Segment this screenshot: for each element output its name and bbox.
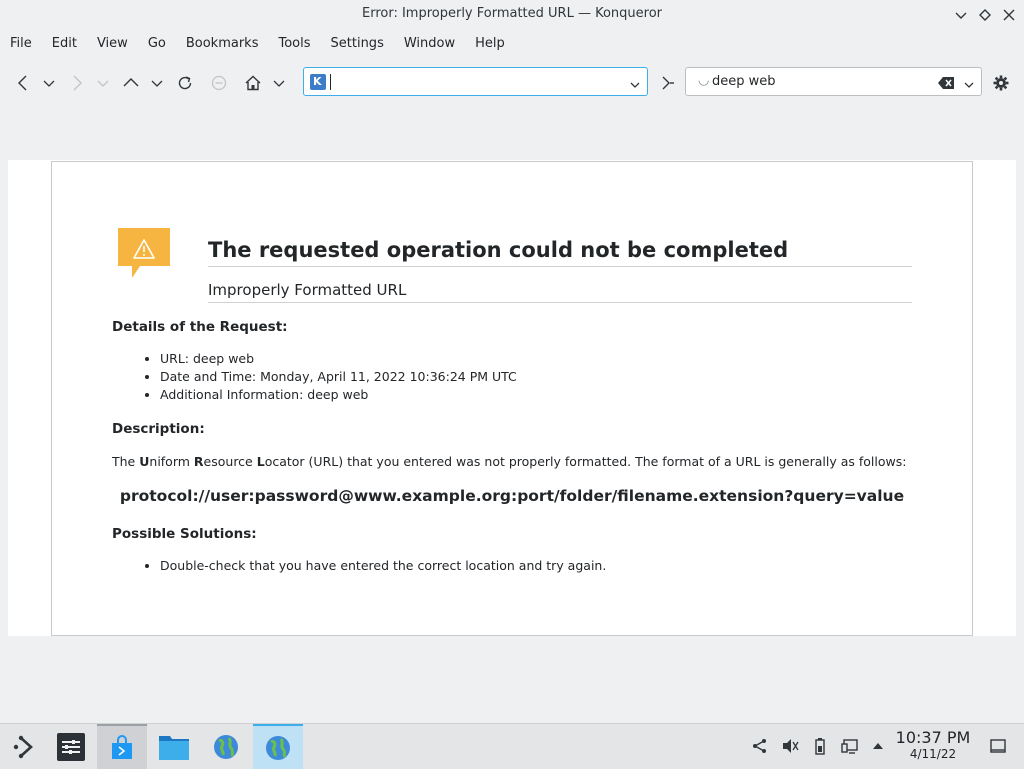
menu-window[interactable]: Window	[394, 32, 465, 56]
home-icon[interactable]	[242, 72, 264, 94]
description-title: Description:	[112, 421, 205, 437]
web-search-bar[interactable]: ◡ deep web	[685, 67, 982, 96]
details-additional-info: Additional Information: deep web	[160, 386, 517, 404]
konqueror-task-icon[interactable]	[253, 724, 303, 769]
description-text: The Uniform Resource Locator (URL) that …	[112, 454, 906, 469]
solution-item: Double-check that you have entered the c…	[160, 557, 606, 575]
menu-help[interactable]: Help	[465, 32, 515, 56]
web-browser-icon[interactable]	[201, 724, 251, 769]
error-heading: The requested operation could not be com…	[208, 238, 912, 267]
details-datetime: Date and Time: Monday, April 11, 2022 10…	[160, 368, 517, 386]
menu-edit[interactable]: Edit	[42, 32, 87, 56]
error-subheading: Improperly Formatted URL	[208, 281, 912, 303]
window-title: Error: Improperly Formatted URL — Konque…	[361, 6, 663, 21]
clock-date: 4/11/22	[909, 747, 957, 761]
description-emphasis: R	[193, 454, 204, 469]
home-chevron-icon[interactable]	[270, 72, 288, 94]
details-url: URL: deep web	[160, 350, 517, 368]
back-history-chevron-icon[interactable]	[40, 72, 58, 94]
back-icon[interactable]	[12, 72, 34, 94]
stop-icon[interactable]	[208, 72, 230, 94]
details-list: URL: deep web Date and Time: Monday, Apr…	[142, 350, 517, 404]
description-emphasis: U	[139, 454, 150, 469]
description-part: ocator (URL) that you entered was not pr…	[264, 454, 907, 469]
gear-icon[interactable]	[990, 72, 1012, 94]
description-part: niform	[149, 454, 194, 469]
menu-go[interactable]: Go	[138, 32, 176, 56]
menu-file[interactable]: File	[0, 32, 42, 56]
clear-text-icon[interactable]	[937, 75, 955, 94]
solutions-title: Possible Solutions:	[112, 526, 257, 542]
forward-history-chevron-icon[interactable]	[94, 72, 112, 94]
battery-icon[interactable]	[810, 736, 830, 756]
minimize-icon[interactable]	[952, 6, 970, 24]
title-bar: Error: Improperly Formatted URL — Konque…	[0, 0, 1024, 30]
description-emphasis: L	[256, 454, 265, 469]
solutions-list: Double-check that you have entered the c…	[142, 557, 606, 575]
reload-icon[interactable]	[174, 72, 196, 94]
clock-time: 10:37 PM	[895, 728, 971, 747]
up-icon[interactable]	[120, 72, 142, 94]
warning-icon	[118, 228, 170, 280]
description-part: esource	[203, 454, 257, 469]
taskbar: 10:37 PM 4/11/22	[0, 723, 1024, 769]
menu-settings[interactable]: Settings	[321, 32, 394, 56]
application-launcher-icon[interactable]	[0, 724, 50, 769]
location-dropdown-icon[interactable]	[629, 76, 641, 95]
menu-bookmarks[interactable]: Bookmarks	[176, 32, 269, 56]
discover-store-icon[interactable]	[97, 724, 147, 769]
description-part: The	[112, 454, 140, 469]
display-tray-icon[interactable]	[840, 736, 860, 756]
go-icon[interactable]	[656, 72, 678, 94]
url-format-example: protocol://user:password@www.example.org…	[119, 487, 905, 505]
close-icon[interactable]	[1000, 6, 1018, 24]
menu-view[interactable]: View	[87, 32, 138, 56]
text-cursor	[330, 74, 331, 90]
search-dropdown-icon[interactable]	[963, 76, 975, 95]
maximize-icon[interactable]	[976, 6, 994, 24]
up-chevron-icon[interactable]	[148, 72, 166, 94]
error-page: The requested operation could not be com…	[51, 161, 973, 636]
menu-bar: File Edit View Go Bookmarks Tools Settin…	[0, 32, 515, 56]
menu-tools[interactable]: Tools	[268, 32, 320, 56]
show-desktop-icon[interactable]	[988, 736, 1008, 756]
show-hidden-icons-arrow[interactable]	[868, 736, 888, 756]
file-manager-icon[interactable]	[149, 724, 199, 769]
details-title: Details of the Request:	[112, 319, 288, 335]
system-settings-icon[interactable]	[46, 724, 96, 769]
network-tray-icon[interactable]	[750, 736, 770, 756]
konqueror-icon: K	[310, 74, 326, 90]
audio-muted-icon[interactable]	[780, 736, 800, 756]
search-provider-icon[interactable]: ◡	[698, 73, 709, 88]
digital-clock[interactable]: 10:37 PM 4/11/22	[895, 728, 971, 762]
location-bar[interactable]: K	[303, 67, 648, 96]
forward-icon[interactable]	[66, 72, 88, 94]
search-input[interactable]: deep web	[712, 74, 776, 89]
